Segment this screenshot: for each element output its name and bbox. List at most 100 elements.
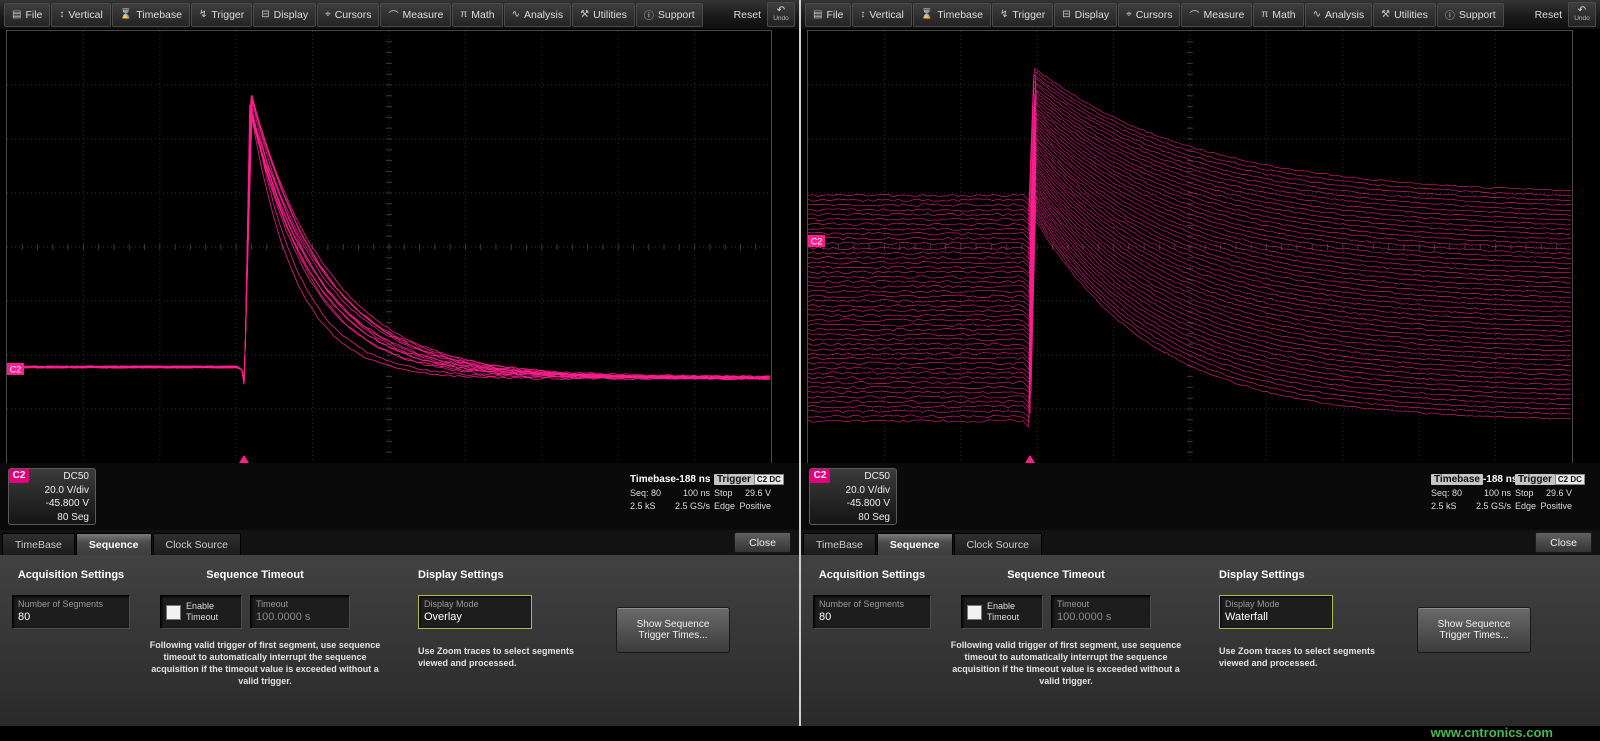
- trigger-position-marker[interactable]: [239, 455, 249, 463]
- acquisition-settings-title: Acquisition Settings: [8, 569, 134, 581]
- channel-marker[interactable]: C2: [7, 363, 24, 375]
- menu-item-file[interactable]: ▤File: [4, 3, 50, 27]
- tab-timebase[interactable]: TimeBase: [2, 533, 75, 555]
- menu-item-trigger[interactable]: ↯Trigger: [992, 3, 1053, 27]
- menu-item-support[interactable]: ⓘSupport: [1437, 3, 1504, 27]
- menu-item-timebase[interactable]: ⌛Timebase: [913, 3, 991, 27]
- timeout-field[interactable]: Timeout 100.0000 s: [1051, 595, 1151, 629]
- menu-item-math[interactable]: πMath: [452, 3, 502, 27]
- trigger-rows: Stop29.6 VEdgePositive: [1515, 487, 1572, 513]
- info-row: Seq: 80100 ns: [630, 487, 710, 500]
- info-row: 2.5 kS2.5 GS/s: [630, 500, 710, 513]
- number-of-segments-field[interactable]: Number of Segments 80: [12, 595, 130, 629]
- menu-item-label: Cursors: [335, 9, 372, 21]
- timebase-descriptor[interactable]: Timebase -188 ns Seq: 80100 ns2.5 kS2.5 …: [630, 474, 710, 522]
- number-of-segments-field[interactable]: Number of Segments 80: [813, 595, 931, 629]
- menu-items: ▤File↕Vertical⌛Timebase↯Trigger⊟Display⌖…: [4, 3, 704, 27]
- menu-item-label: Vertical: [68, 9, 102, 21]
- channel-descriptor-c2[interactable]: C2 DC50 20.0 V/div -45.800 V 80 Seg: [8, 468, 96, 525]
- menu-item-label: Analysis: [1325, 9, 1364, 21]
- sequence-timeout-title: Sequence Timeout: [160, 569, 350, 581]
- menu-item-trigger[interactable]: ↯Trigger: [191, 3, 252, 27]
- scope-window-waterfall: ▤File↕Vertical⌛Timebase↯Trigger⊟Display⌖…: [801, 0, 1600, 726]
- show-sequence-trigger-times-button[interactable]: Show Sequence Trigger Times...: [616, 607, 730, 653]
- checkbox-icon[interactable]: [967, 605, 982, 620]
- timebase-descriptor[interactable]: Timebase -188 ns Seq: 80100 ns2.5 kS2.5 …: [1431, 474, 1511, 522]
- zoom-note: Use Zoom traces to select segments viewe…: [418, 645, 596, 669]
- trigger-label: Trigger: [1515, 474, 1555, 485]
- trigger-descriptor[interactable]: Trigger C2 DC Stop29.6 VEdgePositive: [1515, 474, 1572, 522]
- menu-item-label: Measure: [402, 9, 443, 21]
- tab-sequence[interactable]: Sequence: [76, 533, 152, 555]
- menu-item-cursors[interactable]: ⌖Cursors: [1118, 3, 1180, 27]
- menu-item-utilities[interactable]: ⚒Utilities: [572, 3, 635, 27]
- analysis-icon: ∿: [512, 9, 520, 20]
- info-row: Stop29.6 V: [714, 487, 771, 500]
- channel-info: DC50 20.0 V/div -45.800 V 80 Seg: [846, 470, 890, 524]
- timebase-icon: ⌛: [120, 9, 132, 20]
- trigger-descriptor[interactable]: Trigger C2 DC Stop29.6 VEdgePositive: [714, 474, 771, 522]
- menu-right: Reset ↶ Undo: [1535, 2, 1596, 27]
- tab-clock-source[interactable]: Clock Source: [954, 533, 1042, 555]
- timeout-note: Following valid trigger of first segment…: [947, 639, 1185, 687]
- trigger-label: Trigger: [714, 474, 754, 485]
- tab-timebase[interactable]: TimeBase: [803, 533, 876, 555]
- info-row: Seq: 80100 ns: [1431, 487, 1511, 500]
- menu-item-utilities[interactable]: ⚒Utilities: [1373, 3, 1436, 27]
- trigger-position-marker[interactable]: [1025, 455, 1035, 463]
- display-mode-label: Display Mode: [419, 596, 531, 609]
- menu-item-display[interactable]: ⊟Display: [1054, 3, 1117, 27]
- menu-item-analysis[interactable]: ∿ Analysis: [504, 3, 572, 27]
- timeout-note: Following valid trigger of first segment…: [146, 639, 384, 687]
- timebase-value: -188 ns: [1483, 474, 1517, 485]
- trigger-icon: ↯: [199, 9, 207, 20]
- waveform-display[interactable]: C2: [6, 30, 772, 464]
- tab-sequence[interactable]: Sequence: [877, 533, 953, 555]
- timebase-icon: ⌛: [921, 9, 933, 20]
- info-row: EdgePositive: [714, 500, 771, 513]
- tab-clock-source[interactable]: Clock Source: [153, 533, 241, 555]
- close-button[interactable]: Close: [1535, 532, 1592, 553]
- reset-button[interactable]: Reset: [734, 9, 761, 21]
- info-row: EdgePositive: [1515, 500, 1572, 513]
- enable-timeout-checkbox[interactable]: Enable Timeout: [961, 595, 1043, 629]
- acquisition-settings-title: Acquisition Settings: [809, 569, 935, 581]
- channel-scale: 20.0 V/div: [846, 484, 890, 498]
- cursors-icon: ⌖: [1126, 9, 1132, 20]
- checkbox-icon[interactable]: [166, 605, 181, 620]
- timeout-field[interactable]: Timeout 100.0000 s: [250, 595, 350, 629]
- watermark: www.cntronics.com: [1431, 725, 1553, 741]
- display-icon: ⊟: [1062, 9, 1070, 20]
- menu-items: ▤File↕Vertical⌛Timebase↯Trigger⊟Display⌖…: [805, 3, 1505, 27]
- waveform-display[interactable]: C2: [807, 30, 1573, 464]
- measure-icon: ⌒: [1189, 7, 1199, 22]
- display-mode-field[interactable]: Display Mode Overlay: [418, 595, 532, 629]
- menu-item-cursors[interactable]: ⌖Cursors: [317, 3, 379, 27]
- sequence-timeout-title: Sequence Timeout: [961, 569, 1151, 581]
- display-mode-field[interactable]: Display Mode Waterfall: [1219, 595, 1333, 629]
- channel-descriptor-c2[interactable]: C2 DC50 20.0 V/div -45.800 V 80 Seg: [809, 468, 897, 525]
- menu-item-measure[interactable]: ⌒Measure: [380, 3, 451, 27]
- show-sequence-trigger-times-button[interactable]: Show Sequence Trigger Times...: [1417, 607, 1531, 653]
- segments-value: 80: [814, 609, 930, 623]
- undo-button[interactable]: ↶ Undo: [767, 2, 795, 27]
- menu-item-support[interactable]: ⓘSupport: [636, 3, 703, 27]
- svg-text:C2: C2: [811, 237, 823, 247]
- math-icon: π: [1261, 9, 1268, 20]
- menu-item-measure[interactable]: ⌒Measure: [1181, 3, 1252, 27]
- menu-bar: ▤File↕Vertical⌛Timebase↯Trigger⊟Display⌖…: [0, 0, 799, 30]
- channel-marker[interactable]: C2: [808, 235, 825, 247]
- menu-item-display[interactable]: ⊟Display: [253, 3, 316, 27]
- menu-item-label: Analysis: [524, 9, 563, 21]
- menu-item-math[interactable]: πMath: [1253, 3, 1303, 27]
- enable-timeout-checkbox[interactable]: Enable Timeout: [160, 595, 242, 629]
- reset-button[interactable]: Reset: [1535, 9, 1562, 21]
- undo-button[interactable]: ↶ Undo: [1568, 2, 1596, 27]
- menu-item-timebase[interactable]: ⌛Timebase: [112, 3, 190, 27]
- menu-item-vertical[interactable]: ↕Vertical: [51, 3, 110, 27]
- menu-item-vertical[interactable]: ↕Vertical: [852, 3, 911, 27]
- menu-item-file[interactable]: ▤File: [805, 3, 851, 27]
- menu-item-analysis[interactable]: ∿Analysis: [1305, 3, 1373, 27]
- close-button[interactable]: Close: [734, 532, 791, 553]
- menu-right: Reset ↶ Undo: [734, 2, 795, 27]
